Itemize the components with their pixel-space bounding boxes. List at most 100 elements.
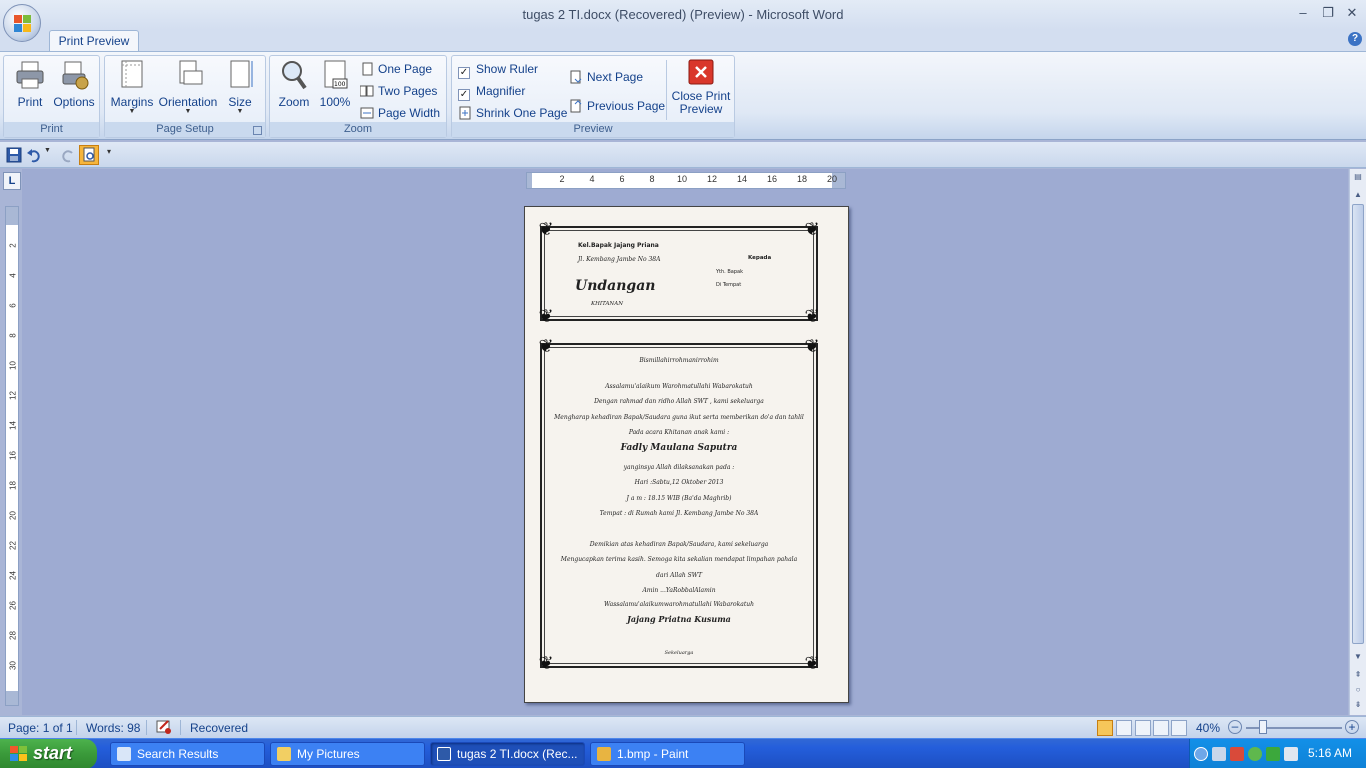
office-button[interactable] <box>3 4 41 42</box>
page-width-label: Page Width <box>378 106 441 120</box>
minimize-button[interactable]: – <box>1293 5 1313 20</box>
draft-view-icon[interactable] <box>1171 720 1187 736</box>
ruler-tick: 12 <box>8 391 18 400</box>
size-button[interactable]: Size ▼ <box>223 59 257 115</box>
proofing-error-icon[interactable] <box>156 719 172 738</box>
antivirus-icon[interactable] <box>1266 747 1280 761</box>
ruler-toggle-icon[interactable]: ▤ <box>1351 169 1365 184</box>
tray-expand-icon[interactable] <box>1194 747 1208 761</box>
security-alert-icon[interactable] <box>1230 747 1244 761</box>
ornament-corner-icon: ❦ <box>538 219 554 240</box>
next-page-button[interactable]: Next Page <box>569 68 643 86</box>
shrink-one-page-button[interactable]: Shrink One Page <box>458 104 567 122</box>
ornament-corner-icon: ❦ <box>804 306 820 327</box>
maximize-button[interactable]: ❐ <box>1318 5 1338 21</box>
zoom-slider-thumb[interactable] <box>1259 720 1267 734</box>
ruler-tick: 10 <box>676 174 687 184</box>
checkmark-icon: ✓ <box>458 67 470 79</box>
word-count[interactable]: Words: 98 <box>86 721 140 735</box>
print-preview-quick-icon[interactable] <box>79 145 99 165</box>
ruler-tick: 20 <box>826 174 837 184</box>
scroll-up-icon[interactable]: ▲ <box>1351 187 1365 202</box>
customize-qat-icon[interactable]: ▾ <box>107 147 117 163</box>
zoom-in-icon[interactable]: + <box>1345 720 1359 734</box>
network-icon[interactable] <box>1212 747 1226 761</box>
web-layout-icon[interactable] <box>1135 720 1151 736</box>
tab-selector[interactable]: L <box>3 172 21 190</box>
zoom-out-icon[interactable]: – <box>1228 720 1242 734</box>
options-label: Options <box>53 95 95 109</box>
ruler-tick: 6 <box>619 174 625 184</box>
clock[interactable]: 5:16 AM <box>1308 746 1352 760</box>
orientation-label: Orientation <box>158 95 218 109</box>
zoom-level[interactable]: 40% <box>1196 721 1220 735</box>
one-page-button[interactable]: One Page <box>360 60 432 78</box>
group-zoom: Zoom 100 100% One Page Two Pages Page Wi… <box>269 55 447 138</box>
letter-line: Tempat : di Rumah kami Jl. Kembang Jambe… <box>599 510 759 517</box>
ruler-tick: 16 <box>8 451 18 460</box>
orientation-button[interactable]: Orientation ▼ <box>157 59 219 115</box>
print-layout-view-icon[interactable] <box>1097 720 1113 736</box>
page-width-button[interactable]: Page Width <box>360 104 440 122</box>
task-label: Search Results <box>137 747 219 761</box>
full-screen-reading-icon[interactable] <box>1116 720 1132 736</box>
vertical-scrollbar[interactable]: ▤ ▲ ▼ ⇞ ○ ⇟ <box>1349 169 1366 715</box>
app-tray-icon[interactable] <box>1248 747 1262 761</box>
status-divider <box>76 720 77 735</box>
task-my-pictures[interactable]: My Pictures <box>270 742 425 766</box>
usb-device-icon[interactable] <box>1284 747 1298 761</box>
outline-view-icon[interactable] <box>1153 720 1169 736</box>
close-print-preview-button[interactable]: Close Print Preview <box>670 59 732 116</box>
options-button[interactable]: Options <box>52 59 96 109</box>
task-word-document[interactable]: tugas 2 TI.docx (Rec... <box>430 742 585 766</box>
start-button[interactable]: start <box>0 739 97 768</box>
dialog-launcher-icon[interactable] <box>253 126 262 135</box>
two-pages-button[interactable]: Two Pages <box>359 82 438 100</box>
show-ruler-checkbox[interactable]: ✓ Show Ruler <box>458 60 538 79</box>
vertical-ruler[interactable]: 2 4 6 8 10 12 14 16 18 20 22 24 26 28 30 <box>5 206 19 706</box>
scroll-down-icon[interactable]: ▼ <box>1351 649 1365 664</box>
page-width-icon <box>360 106 374 120</box>
tab-print-preview[interactable]: Print Preview <box>49 30 139 52</box>
windows-logo-icon <box>10 746 27 762</box>
letter-line: Mengucapkan terima kasih. Semoga kita se… <box>560 556 798 563</box>
host-name: Jajang Priatna Kusuma <box>627 614 731 624</box>
zoom-button[interactable]: Zoom <box>275 59 313 109</box>
select-browse-object-icon[interactable]: ○ <box>1351 682 1365 697</box>
ornament-corner-icon: ❦ <box>804 653 820 674</box>
undo-dropdown-icon[interactable]: ▼ <box>44 147 52 163</box>
task-paint[interactable]: 1.bmp - Paint <box>590 742 745 766</box>
ornament-corner-icon: ❦ <box>538 306 554 327</box>
task-label: 1.bmp - Paint <box>617 747 689 761</box>
previous-page-scroll-icon[interactable]: ⇞ <box>1351 667 1365 682</box>
task-label: tugas 2 TI.docx (Rec... <box>457 747 578 761</box>
redo-icon[interactable] <box>60 147 76 163</box>
save-icon[interactable] <box>6 147 22 163</box>
horizontal-ruler[interactable]: 2 4 6 8 10 12 14 16 18 20 <box>526 172 846 189</box>
next-page-scroll-icon[interactable]: ⇟ <box>1351 697 1365 712</box>
undo-icon[interactable] <box>26 147 42 163</box>
margins-button[interactable]: Margins ▼ <box>109 59 155 115</box>
close-window-button[interactable]: ✕ <box>1342 5 1362 21</box>
magnifier-checkbox[interactable]: ✓ Magnifier <box>458 82 525 101</box>
ruler-bottom-margin <box>6 691 18 705</box>
shrink-page-icon <box>458 106 472 120</box>
ruler-tick: 28 <box>8 631 18 640</box>
two-pages-label: Two Pages <box>378 84 438 98</box>
scroll-thumb[interactable] <box>1352 204 1364 644</box>
ruler-tick: 24 <box>8 571 18 580</box>
help-icon[interactable]: ? <box>1348 32 1362 46</box>
document-page[interactable]: ❦ ❦ ❦ ❦ Kel.Bapak Jajang Priana Jl. Kemb… <box>524 206 849 703</box>
margins-icon <box>116 59 148 91</box>
ruler-tick: 2 <box>559 174 565 184</box>
group-preview: ✓ Show Ruler ✓ Magnifier Shrink One Page N… <box>451 55 735 138</box>
task-label: My Pictures <box>297 747 360 761</box>
page-count[interactable]: Page: 1 of 1 <box>8 721 73 735</box>
zoom-100-button[interactable]: 100 100% <box>317 59 353 109</box>
print-button[interactable]: Print <box>10 59 50 109</box>
svg-text:100: 100 <box>334 81 346 88</box>
ruler-tick: 4 <box>589 174 595 184</box>
zoom-100-label: 100% <box>319 95 351 109</box>
task-search-results[interactable]: Search Results <box>110 742 265 766</box>
previous-page-button[interactable]: Previous Page <box>569 97 665 115</box>
